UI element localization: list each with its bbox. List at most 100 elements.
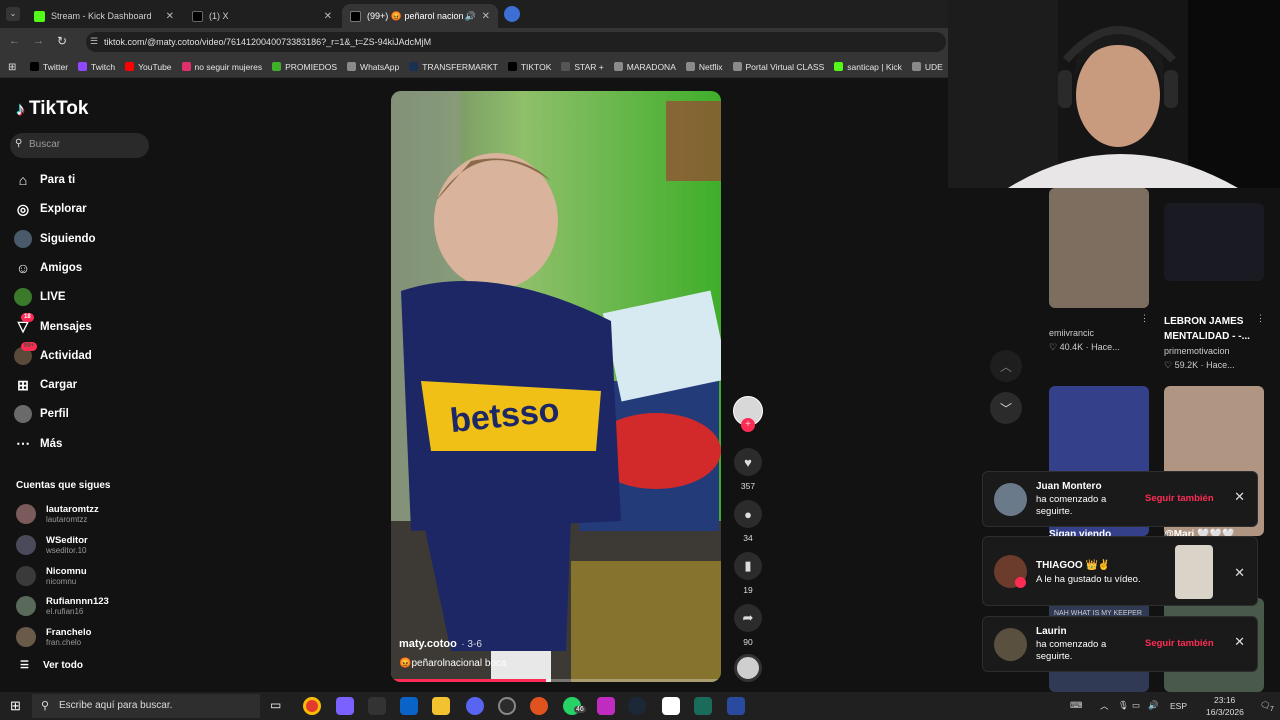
bookmark-item[interactable]: WhatsApp (347, 62, 399, 72)
related-thumb-1[interactable] (1049, 188, 1149, 308)
copilot-icon[interactable] (336, 697, 354, 715)
app-pink-icon[interactable] (597, 697, 615, 715)
bookmark-item[interactable]: YouTube (125, 62, 172, 72)
related-user-2[interactable]: primemotivacion (1164, 346, 1230, 356)
sidebar-item-explorar[interactable]: ◎ Explorar (14, 199, 87, 219)
following-account[interactable]: WSeditor wseditor.10 (16, 532, 88, 558)
url-field[interactable]: ☰ tiktok.com/@maty.cotoo/video/761412004… (86, 32, 946, 52)
share-button[interactable]: ➦ 90 (733, 604, 763, 647)
following-account[interactable]: lautaromtzz lautaromtzz (16, 501, 99, 527)
chevron-up-icon[interactable]: ︿ (1100, 700, 1109, 712)
save-button[interactable]: ▮ 19 (733, 552, 763, 595)
file-explorer-icon[interactable] (432, 697, 450, 715)
following-account[interactable]: Nicomnu nicomnu (16, 563, 87, 589)
bookmark-label: Portal Virtual CLASS (745, 61, 825, 72)
bookmark-item[interactable]: PROMIEDOS (272, 62, 337, 72)
video-player[interactable]: betsso maty.cotoo · 3-6 😡peñarolnacional… (391, 91, 721, 682)
video-author[interactable]: maty.cotoo (399, 638, 457, 650)
bookmark-item[interactable]: no seguir mujeres (181, 62, 262, 72)
close-icon[interactable]: ✕ (1234, 489, 1245, 505)
bookmark-item[interactable]: MARADONA (613, 62, 676, 72)
keyboard-icon[interactable]: ⌨ (1070, 700, 1082, 711)
bookmark-item[interactable]: Portal Virtual CLASS (732, 61, 825, 72)
sidebar-item-perfil[interactable]: ● Perfil (14, 404, 69, 424)
video-thumbnail[interactable] (1175, 545, 1213, 599)
clock-date[interactable]: 16/3/2026 (1206, 707, 1244, 717)
close-icon[interactable]: ✕ (324, 11, 332, 22)
task-view-icon[interactable]: ▭ (270, 698, 281, 712)
tab-kick-dashboard[interactable]: Stream - Kick Dashboard ✕ (26, 4, 182, 28)
obs-icon[interactable] (498, 697, 516, 715)
volume-icon[interactable]: 🔊 (1148, 700, 1159, 711)
epic-games-icon[interactable] (368, 697, 386, 715)
close-icon[interactable]: ✕ (1234, 565, 1245, 581)
clock-time[interactable]: 23:16 (1214, 695, 1235, 705)
see-all-button[interactable]: ☰ Ver todo (20, 660, 83, 671)
follow-back-button[interactable]: Seguir también (1145, 493, 1214, 504)
app-orange-icon[interactable] (530, 697, 548, 715)
tab-list-button[interactable]: ⌄ (6, 7, 20, 21)
like-button[interactable]: ♥ 357 (733, 448, 763, 491)
back-icon[interactable]: ← (9, 35, 20, 47)
sidebar-item-cargar[interactable]: ⊞ Cargar (14, 375, 77, 395)
sidebar-item-live[interactable]: ● LIVE (14, 287, 66, 307)
search-input[interactable]: ⚲ Buscar (10, 133, 149, 158)
close-icon[interactable]: ✕ (482, 11, 490, 22)
music-disc[interactable] (734, 654, 762, 682)
bookmark-item[interactable]: santicap | Kick (834, 62, 902, 72)
bookmark-item[interactable]: Netflix (685, 62, 723, 72)
capcut-icon[interactable] (662, 697, 680, 715)
video-progress-track[interactable] (391, 679, 721, 682)
bookmark-item[interactable]: Twitter (30, 62, 68, 72)
apps-icon[interactable]: ⊞ (8, 62, 16, 73)
more-icon[interactable]: ⋮ (1256, 313, 1265, 324)
new-tab-button[interactable] (504, 6, 520, 22)
previous-video-button[interactable]: ︿ (990, 350, 1022, 382)
comment-button[interactable]: ● 34 (733, 500, 763, 543)
sidebar-item-mensajes[interactable]: ▽ 18 Mensajes (14, 312, 92, 337)
tab-tiktok[interactable]: (99+) 😡 peñarol nacional b 🔊 ✕ (342, 4, 498, 28)
bookmark-item[interactable]: Twitch (78, 62, 115, 72)
sidebar-item-para-ti[interactable]: ⌂ Para ti (14, 170, 75, 190)
follow-back-button[interactable]: Seguir también (1145, 638, 1214, 649)
windows-start-icon[interactable]: ⊞ (10, 698, 21, 714)
notification-card[interactable]: THIAGOO 👑✌ A le ha gustado tu vídeo. ✕ (982, 536, 1258, 606)
tiktok-logo[interactable]: ♪ TikTok (16, 98, 88, 120)
sidebar-item-más[interactable]: ⋯ Más (14, 434, 62, 454)
bookmark-item[interactable]: TRANSFERMARKT (409, 62, 498, 72)
reload-icon[interactable]: ↻ (57, 34, 67, 48)
follow-plus-icon[interactable]: + (741, 418, 755, 432)
following-account[interactable]: Franchelo fran.chelo (16, 624, 91, 650)
tab-x[interactable]: (1) X ✕ (184, 4, 340, 28)
following-account[interactable]: Rufiannnn123 el.rufian16 (16, 593, 109, 619)
sidebar-item-amigos[interactable]: ☺ Amigos (14, 258, 82, 278)
more-icon[interactable]: ⋮ (1140, 313, 1149, 324)
shield-icon[interactable] (727, 697, 745, 715)
related-title-2[interactable]: LEBRON JAMES MENTALIDAD - -... (1164, 314, 1254, 344)
next-video-button[interactable]: ﹀ (990, 392, 1022, 424)
close-icon[interactable]: ✕ (166, 11, 174, 22)
taskbar-search-input[interactable]: ⚲ Escribe aquí para buscar. (32, 694, 260, 718)
bookmark-item[interactable]: TIKTOK (507, 62, 551, 72)
steam-icon[interactable] (628, 697, 646, 715)
sidebar-item-actividad[interactable]: ● 99+ Actividad (14, 341, 92, 366)
close-icon[interactable]: ✕ (1234, 634, 1245, 650)
mail-icon[interactable] (400, 697, 418, 715)
author-avatar[interactable]: + (733, 396, 763, 432)
related-user-1[interactable]: emiivrancic (1049, 328, 1094, 338)
sidebar-item-siguiendo[interactable]: ● Siguiendo (14, 229, 96, 249)
network-icon[interactable]: ▭ (1132, 700, 1140, 711)
bookmark-item[interactable]: STAR + (561, 62, 604, 72)
related-thumb-2[interactable] (1164, 203, 1264, 281)
notification-card[interactable]: Laurin ha comenzado a seguirte. Seguir t… (982, 616, 1258, 672)
chrome-icon[interactable] (303, 697, 321, 715)
microphone-icon[interactable]: 🎙 (1118, 700, 1129, 711)
speaker-icon[interactable]: 🔊 (465, 11, 476, 22)
bookmark-item[interactable]: UDE (911, 62, 943, 72)
site-info-icon[interactable]: ☰ (90, 36, 98, 47)
notification-card[interactable]: Juan Montero ha comenzado a seguirte. Se… (982, 471, 1258, 527)
app-green-icon[interactable] (694, 697, 712, 715)
forward-icon[interactable]: → (33, 35, 44, 47)
language-label[interactable]: ESP (1170, 701, 1187, 711)
discord-icon[interactable] (466, 697, 484, 715)
